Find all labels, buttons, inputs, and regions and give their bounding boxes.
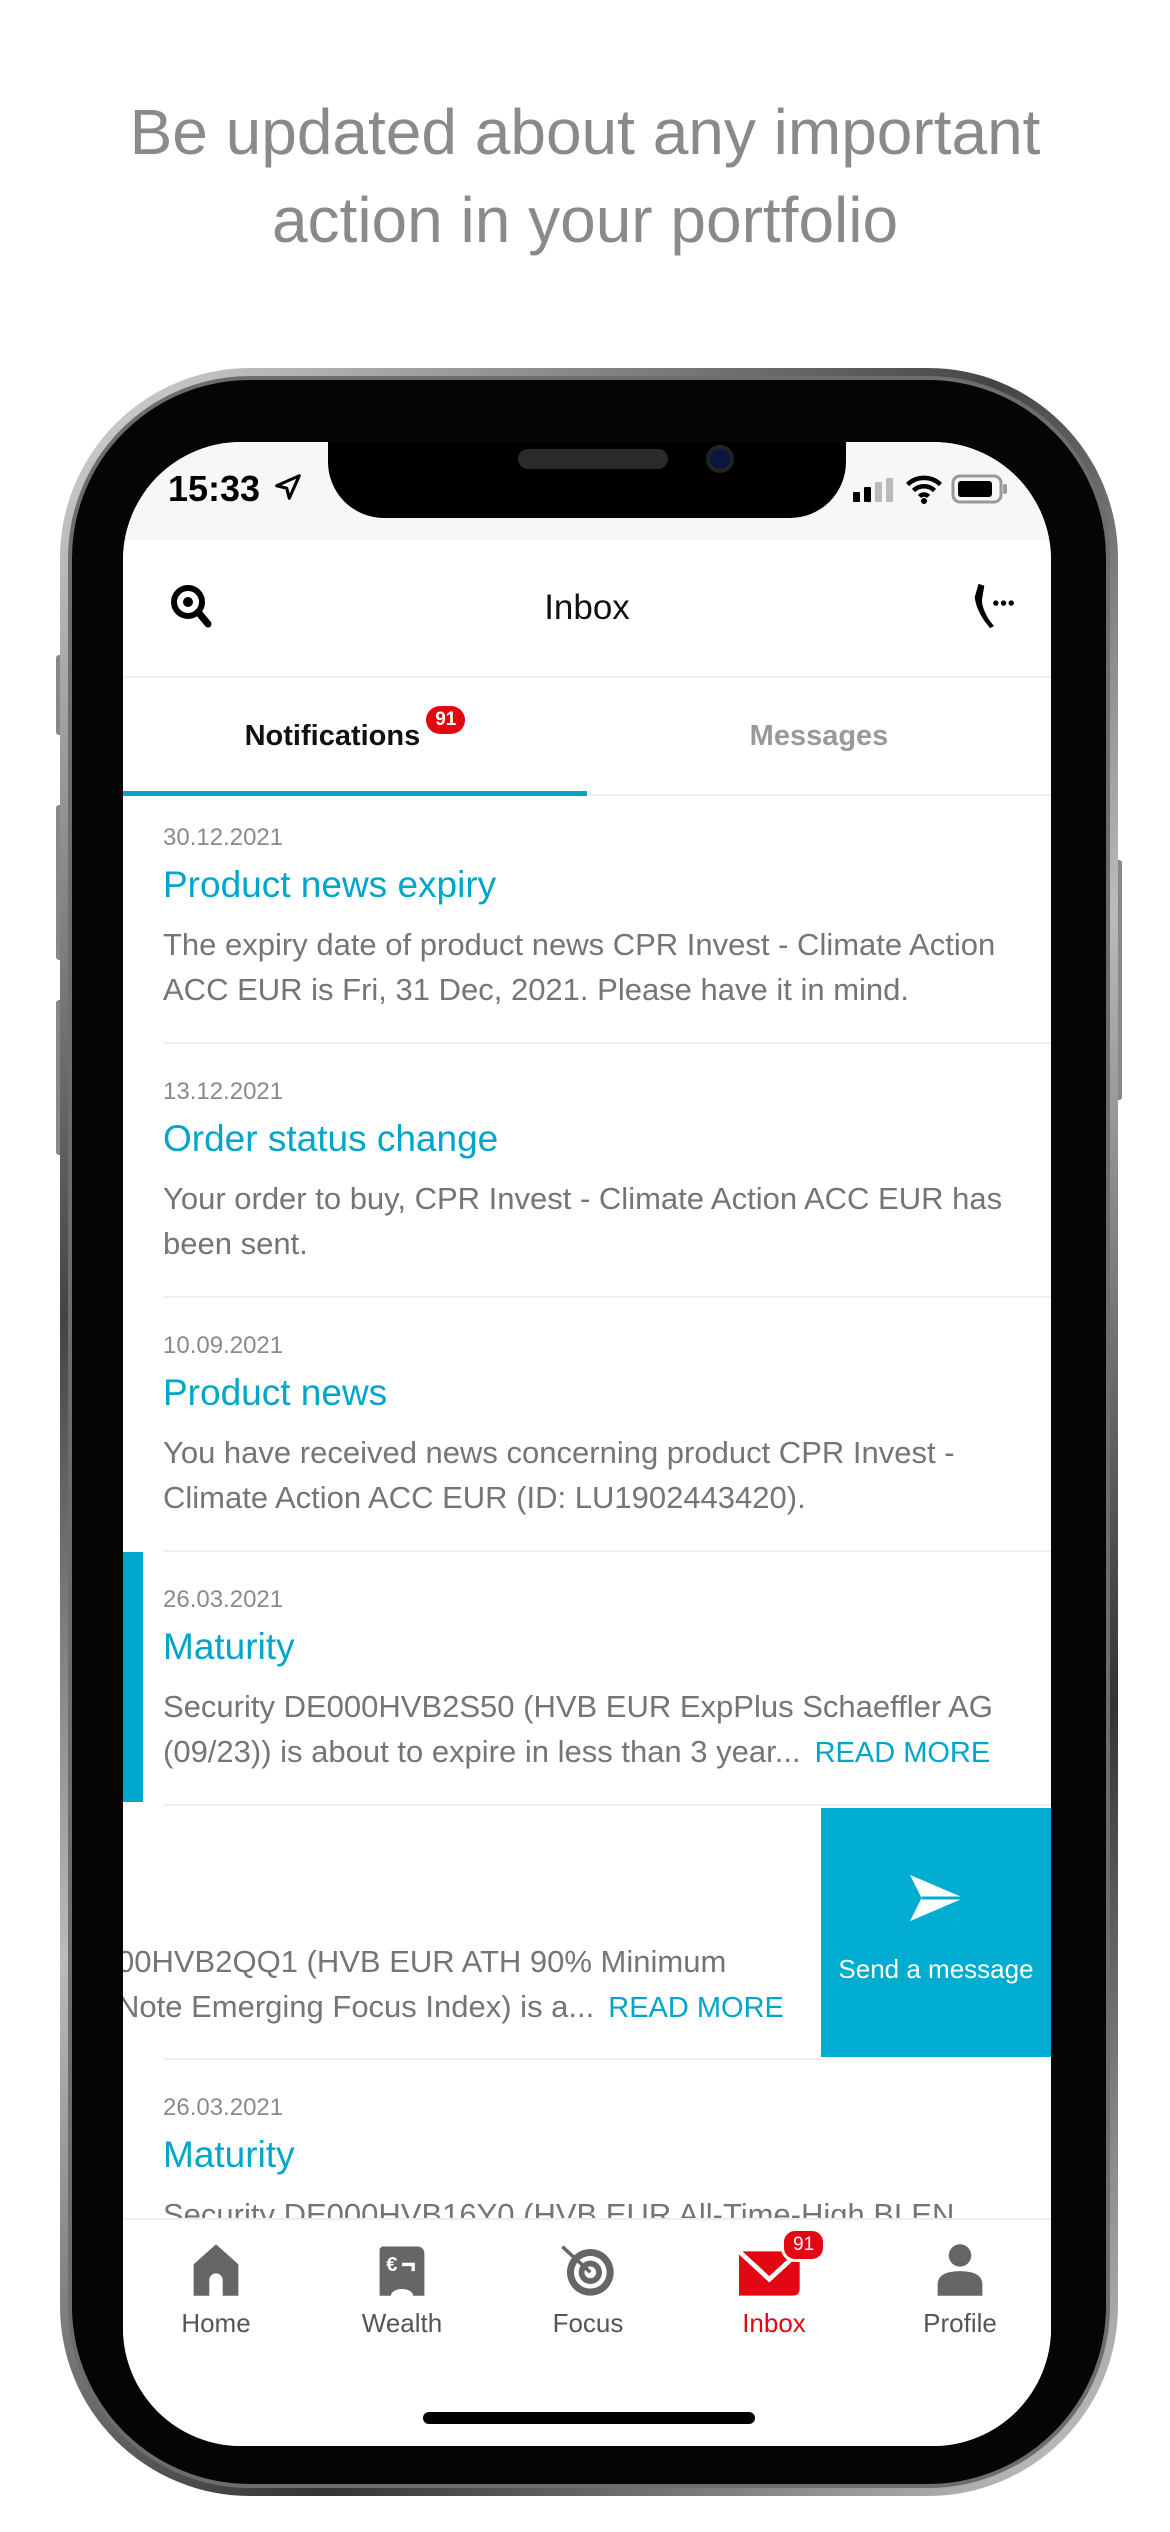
person-icon	[937, 2244, 983, 2296]
inbox-tabs: Notifications91 Messages	[123, 678, 1051, 796]
read-more-link[interactable]: READ MORE	[608, 1992, 784, 2024]
home-indicator	[423, 2412, 755, 2424]
send-icon	[910, 1874, 964, 1922]
send-message-button[interactable]: Send a message	[821, 1808, 1051, 2057]
notification-item-unread[interactable]: 26.03.2021 Maturity Security DE000HVB2S5…	[123, 1552, 1051, 1806]
battery-icon	[951, 474, 1007, 504]
nav-home[interactable]: Home	[123, 2242, 309, 2339]
page-title: Inbox	[544, 588, 630, 627]
tab-messages[interactable]: Messages	[587, 678, 1051, 796]
notification-item-swiped[interactable]: 00HVB2QQ1 (HVB EUR ATH 90% Minimum Note …	[123, 1806, 1051, 2060]
nav-wealth[interactable]: € Wealth	[309, 2242, 495, 2339]
notification-item[interactable]: 13.12.2021 Order status change Your orde…	[123, 1044, 1051, 1298]
phone-icon[interactable]	[968, 580, 1016, 630]
notch	[328, 442, 846, 518]
inbox-count-badge: 91	[781, 2228, 827, 2262]
promo-headline: Be updated about any important action in…	[129, 96, 1041, 256]
home-icon	[193, 2244, 239, 2296]
app-header: Inbox	[123, 540, 1051, 678]
target-icon	[561, 2245, 614, 2296]
svg-text:€: €	[386, 2254, 397, 2276]
phone-screen: 15:33 Inbox Notifications91 Messages 30.…	[123, 442, 1051, 2446]
notification-item[interactable]: 26.03.2021 Maturity Security DE000HVB16Y…	[123, 2060, 1051, 2220]
nav-profile[interactable]: Profile	[867, 2242, 1051, 2339]
notification-item[interactable]: 10.09.2021 Product news You have receive…	[123, 1298, 1051, 1552]
nav-focus[interactable]: Focus	[495, 2242, 681, 2339]
unread-indicator	[123, 1552, 143, 1802]
nav-inbox[interactable]: 91 Inbox	[681, 2228, 867, 2339]
notification-item[interactable]: 30.12.2021 Product news expiry The expir…	[123, 798, 1051, 1044]
location-arrow-icon	[275, 474, 301, 500]
status-time: 15:33	[168, 468, 261, 509]
wifi-icon	[906, 475, 942, 504]
tab-notifications[interactable]: Notifications91	[123, 678, 587, 796]
notification-count-badge: 91	[426, 706, 466, 734]
signal-icon	[853, 478, 893, 502]
wealth-icon: €	[379, 2246, 425, 2296]
active-tab-indicator	[123, 791, 587, 796]
read-more-link[interactable]: READ MORE	[815, 1737, 991, 1769]
